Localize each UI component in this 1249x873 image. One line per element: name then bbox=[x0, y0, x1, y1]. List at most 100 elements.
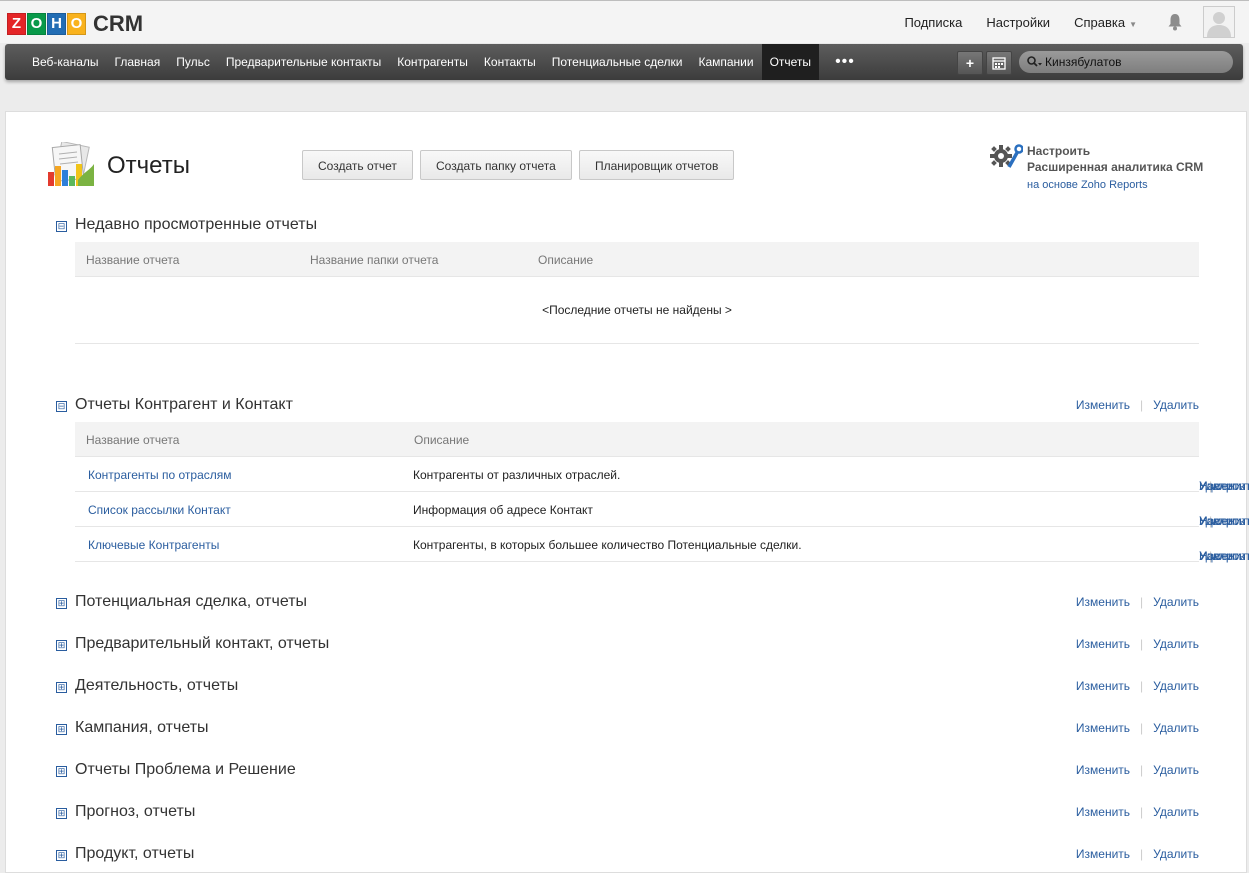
section-actions: Изменить | Удалить bbox=[1076, 637, 1199, 651]
table-row: Список рассылки Контакт Информация об ад… bbox=[75, 492, 1249, 528]
delete-folder-link[interactable]: Удалить bbox=[1153, 763, 1199, 777]
separator: | bbox=[1140, 763, 1144, 777]
section-actions: Изменить | Удалить bbox=[1076, 679, 1199, 693]
delete-folder-link[interactable]: Удалить bbox=[1153, 805, 1199, 819]
section-title[interactable]: Отчеты Проблема и Решение bbox=[75, 761, 296, 779]
expand-icon[interactable]: ⊞ bbox=[56, 808, 67, 819]
empty-message: <Последние отчеты не найдены > bbox=[75, 277, 1199, 344]
tab-deals[interactable]: Потенциальные сделки bbox=[544, 44, 691, 80]
separator: | bbox=[1140, 805, 1144, 819]
avatar[interactable] bbox=[1203, 6, 1235, 38]
edit-folder-link[interactable]: Изменить bbox=[1076, 398, 1130, 412]
more-tabs-button[interactable]: ••• bbox=[819, 44, 871, 80]
column-header[interactable]: Название отчета bbox=[86, 433, 179, 447]
zoho-crm-logo[interactable]: Z O H O CRM bbox=[7, 10, 143, 38]
section-title[interactable]: Продукт, отчеты bbox=[75, 845, 194, 863]
search-input[interactable] bbox=[1045, 53, 1225, 71]
analytics-line2: Расширенная аналитика CRM bbox=[1027, 160, 1204, 174]
section-title: Отчеты Контрагент и Контакт bbox=[75, 396, 293, 413]
user-silhouette-icon bbox=[1204, 7, 1234, 37]
section-deals-header: ⊞ Потенциальная сделка, отчеты Изменить |… bbox=[56, 593, 1199, 617]
expand-icon[interactable]: ⊞ bbox=[56, 724, 67, 735]
column-header[interactable]: Описание bbox=[414, 433, 469, 447]
edit-folder-link[interactable]: Изменить bbox=[1076, 637, 1130, 651]
edit-folder-link[interactable]: Изменить bbox=[1076, 595, 1130, 609]
tab-campaigns[interactable]: Кампании bbox=[690, 44, 761, 80]
expand-icon[interactable]: ⊞ bbox=[56, 850, 67, 861]
separator: | bbox=[1140, 721, 1144, 735]
create-folder-button[interactable]: Создать папку отчета bbox=[420, 150, 572, 180]
delete-folder-link[interactable]: Удалить bbox=[1153, 595, 1199, 609]
tab-accounts[interactable]: Контрагенты bbox=[389, 44, 476, 80]
section-title[interactable]: Деятельность, отчеты bbox=[75, 677, 238, 695]
delete-folder-link[interactable]: Удалить bbox=[1153, 398, 1199, 412]
delete-folder-link[interactable]: Удалить bbox=[1153, 679, 1199, 693]
calendar-button[interactable] bbox=[986, 51, 1012, 75]
column-header[interactable]: Описание bbox=[538, 253, 593, 267]
calendar-icon bbox=[992, 57, 1006, 70]
chevron-down-icon: ▼ bbox=[1129, 19, 1137, 29]
tab-home[interactable]: Главная bbox=[107, 44, 169, 80]
edit-folder-link[interactable]: Изменить bbox=[1076, 847, 1130, 861]
table-row: Контрагенты по отраслям Контрагенты от р… bbox=[75, 457, 1249, 493]
bell-icon[interactable] bbox=[1167, 13, 1183, 31]
section-products-header: ⊞ Продукт, отчеты Изменить | Удалить bbox=[56, 845, 1199, 869]
table-row: Ключевые Контрагенты Контрагенты, в кото… bbox=[75, 527, 1249, 563]
section-accounts-header: ⊟ Отчеты Контрагент и Контакт Изменить | У… bbox=[56, 396, 1199, 420]
separator: | bbox=[1140, 595, 1144, 609]
report-link[interactable]: Ключевые Контрагенты bbox=[88, 538, 219, 552]
section-title[interactable]: Кампания, отчеты bbox=[75, 719, 209, 737]
expand-icon[interactable]: ⊞ bbox=[56, 682, 67, 693]
delete-folder-link[interactable]: Удалить bbox=[1153, 847, 1199, 861]
zoho-reports-link[interactable]: на основе Zoho Reports bbox=[1027, 177, 1203, 193]
edit-folder-link[interactable]: Изменить bbox=[1076, 721, 1130, 735]
search-box[interactable] bbox=[1019, 51, 1233, 73]
tab-leads[interactable]: Предварительные контакты bbox=[218, 44, 389, 80]
edit-folder-link[interactable]: Изменить bbox=[1076, 763, 1130, 777]
report-link[interactable]: Список рассылки Контакт bbox=[88, 503, 231, 517]
tab-webforms[interactable]: Веб-каналы bbox=[24, 44, 107, 80]
delete-folder-link[interactable]: Удалить bbox=[1153, 721, 1199, 735]
tab-contacts[interactable]: Контакты bbox=[476, 44, 544, 80]
subscription-link[interactable]: Подписка bbox=[904, 15, 962, 30]
column-header[interactable]: Название отчета bbox=[86, 253, 179, 267]
edit-folder-link[interactable]: Изменить bbox=[1076, 679, 1130, 693]
section-actions: Изменить | Удалить bbox=[1076, 805, 1199, 819]
section-title[interactable]: Прогноз, отчеты bbox=[75, 803, 195, 821]
section-actions: Изменить | Удалить bbox=[1076, 595, 1199, 609]
scheduler-button[interactable]: Планировщик отчетов bbox=[579, 150, 735, 180]
delete-link[interactable]: Удалить bbox=[1199, 549, 1245, 563]
tab-feeds[interactable]: Пульс bbox=[168, 44, 218, 80]
advanced-analytics-promo[interactable]: Настроить Расширенная аналитика CRM на о… bbox=[1027, 143, 1203, 193]
delete-link[interactable]: Удалить bbox=[1199, 514, 1245, 528]
expand-icon[interactable]: ⊞ bbox=[56, 598, 67, 609]
help-menu[interactable]: Справка ▼ bbox=[1074, 15, 1137, 30]
column-header[interactable]: Название папки отчета bbox=[310, 253, 438, 267]
quick-create-button[interactable]: + bbox=[957, 51, 983, 75]
logo-letter: Z bbox=[7, 13, 26, 35]
section-title[interactable]: Потенциальная сделка, отчеты bbox=[75, 593, 307, 611]
create-report-button[interactable]: Создать отчет bbox=[302, 150, 413, 180]
search-icon[interactable] bbox=[1026, 55, 1042, 69]
expand-icon[interactable]: ⊞ bbox=[56, 766, 67, 777]
top-bar: Z O H O CRM Подписка Настройки Справка ▼ bbox=[0, 0, 1249, 43]
plus-icon: + bbox=[965, 55, 975, 71]
delete-link[interactable]: Удалить bbox=[1199, 479, 1245, 493]
section-campaigns-header: ⊞ Кампания, отчеты Изменить | Удалить bbox=[56, 719, 1199, 743]
reports-icon bbox=[48, 142, 94, 186]
report-description: Информация об адресе Контакт bbox=[413, 503, 593, 517]
edit-folder-link[interactable]: Изменить bbox=[1076, 805, 1130, 819]
section-title[interactable]: Предварительный контакт, отчеты bbox=[75, 635, 329, 653]
logo-letter: O bbox=[67, 13, 86, 35]
delete-folder-link[interactable]: Удалить bbox=[1153, 637, 1199, 651]
help-label: Справка bbox=[1074, 14, 1126, 30]
report-link[interactable]: Контрагенты по отраслям bbox=[88, 468, 232, 482]
collapse-icon[interactable]: ⊟ bbox=[56, 221, 67, 232]
tab-reports[interactable]: Отчеты bbox=[761, 44, 820, 80]
gear-wrench-icon[interactable] bbox=[989, 141, 1023, 171]
reports-panel: Отчеты Создать отчет Создать папку отчет… bbox=[5, 111, 1249, 873]
settings-link[interactable]: Настройки bbox=[986, 15, 1050, 30]
expand-icon[interactable]: ⊞ bbox=[56, 640, 67, 651]
section-recent-header: ⊟ Недавно просмотренные отчеты bbox=[56, 216, 1199, 240]
collapse-icon[interactable]: ⊟ bbox=[56, 401, 67, 412]
